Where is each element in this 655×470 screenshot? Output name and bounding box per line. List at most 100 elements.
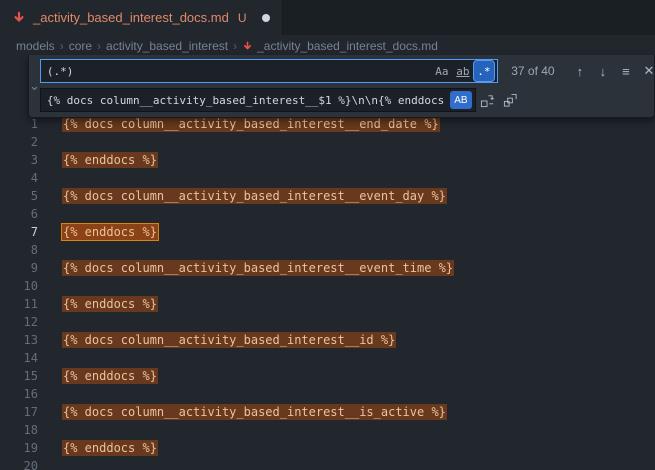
- editor-line[interactable]: 3 {% enddocs %}: [0, 151, 655, 169]
- line-number: 13: [0, 331, 38, 349]
- line-number: 2: [0, 133, 38, 151]
- editor-line[interactable]: 5 {% docs column__activity_based_interest…: [0, 187, 655, 205]
- match-case-button[interactable]: Aa: [432, 61, 452, 81]
- editor-line[interactable]: 9 {% docs column__activity_based_interest…: [0, 259, 655, 277]
- editor-line[interactable]: 20: [0, 457, 655, 470]
- line-number: 7: [0, 223, 38, 241]
- chevron-right-icon: ›: [97, 39, 101, 53]
- editor-line[interactable]: 14: [0, 349, 655, 367]
- editor-line[interactable]: 12: [0, 313, 655, 331]
- tab-bar: _activity_based_interest_docs.md U: [0, 0, 655, 35]
- breadcrumb-item-models[interactable]: models: [16, 39, 55, 53]
- search-match: {% enddocs %}: [62, 224, 158, 240]
- line-number: 8: [0, 241, 38, 259]
- line-number: 17: [0, 403, 38, 421]
- editor-line[interactable]: 10: [0, 277, 655, 295]
- editor-line[interactable]: 7 {% enddocs %}: [0, 223, 655, 241]
- line-content[interactable]: {% docs column__activity_based_interest_…: [62, 331, 396, 349]
- replace-value-text: {% docs column__activity_based_interest_…: [47, 94, 447, 107]
- editor-line[interactable]: 11 {% enddocs %}: [0, 295, 655, 313]
- line-content[interactable]: {% enddocs %}: [62, 223, 158, 241]
- line-content[interactable]: {% enddocs %}: [62, 295, 158, 313]
- selection-lines-icon: ≡: [622, 64, 630, 79]
- modified-dot-icon[interactable]: [262, 14, 270, 22]
- line-number: 12: [0, 313, 38, 331]
- breadcrumb-item-core[interactable]: core: [69, 39, 92, 53]
- editor-line[interactable]: 2: [0, 133, 655, 151]
- replace-button[interactable]: [477, 89, 499, 111]
- find-input[interactable]: (.*) Aa ab .*: [40, 59, 498, 83]
- editor-line[interactable]: 6: [0, 205, 655, 223]
- breadcrumb-file-label: _activity_based_interest_docs.md: [257, 39, 438, 53]
- close-button[interactable]: ✕: [638, 60, 655, 82]
- find-row: (.*) Aa ab .* 37 of 40 ↑ ↓ ≡ ✕: [40, 59, 655, 83]
- search-match: {% docs column__activity_based_interest_…: [62, 404, 447, 420]
- tab-filename: _activity_based_interest_docs.md: [33, 10, 229, 25]
- find-replace-widget: ⌄ (.*) Aa ab .* 37 of 40 ↑ ↓ ≡: [28, 55, 655, 118]
- line-number: 3: [0, 151, 38, 169]
- editor[interactable]: 1{% docs column__activity_based_interest…: [0, 57, 655, 470]
- editor-line[interactable]: 8: [0, 241, 655, 259]
- line-number: 9: [0, 259, 38, 277]
- search-match: {% enddocs %}: [62, 368, 158, 384]
- preserve-case-button[interactable]: AB: [450, 91, 472, 109]
- line-content[interactable]: {% docs column__activity_based_interest_…: [62, 187, 447, 205]
- search-match: {% enddocs %}: [62, 296, 158, 312]
- chevron-down-icon: ⌄: [29, 78, 40, 94]
- line-number: 5: [0, 187, 38, 205]
- line-number: 6: [0, 205, 38, 223]
- editor-line[interactable]: 4: [0, 169, 655, 187]
- line-content[interactable]: {% enddocs %}: [62, 151, 158, 169]
- line-number: 4: [0, 169, 38, 187]
- replace-all-button[interactable]: [500, 89, 522, 111]
- chevron-right-icon: ›: [233, 39, 237, 53]
- breadcrumb-item-activity-based-interest[interactable]: activity_based_interest: [106, 39, 228, 53]
- line-content[interactable]: {% docs column__activity_based_interest_…: [62, 259, 454, 277]
- line-number: 10: [0, 277, 38, 295]
- editor-line[interactable]: 15 {% enddocs %}: [0, 367, 655, 385]
- editor-line[interactable]: 18: [0, 421, 655, 439]
- line-content[interactable]: {% docs column__activity_based_interest_…: [62, 403, 447, 421]
- line-number: 19: [0, 439, 38, 457]
- editor-line[interactable]: 16: [0, 385, 655, 403]
- line-number: 11: [0, 295, 38, 313]
- markdown-file-icon: [12, 11, 26, 25]
- next-match-button[interactable]: ↓: [592, 60, 614, 82]
- search-match: {% enddocs %}: [62, 440, 158, 456]
- search-match: {% enddocs %}: [62, 152, 158, 168]
- line-number: 14: [0, 349, 38, 367]
- line-content[interactable]: {% enddocs %}: [62, 439, 158, 457]
- search-match: {% docs column__activity_based_interest_…: [62, 188, 447, 204]
- breadcrumb: models › core › activity_based_interest …: [0, 35, 655, 57]
- vscode-window: _activity_based_interest_docs.md U model…: [0, 0, 655, 470]
- replace-all-icon: [503, 93, 518, 108]
- arrow-up-icon: ↑: [577, 64, 584, 79]
- replace-row: {% docs column__activity_based_interest_…: [40, 88, 655, 112]
- whole-word-button[interactable]: ab: [453, 61, 473, 81]
- match-count: 37 of 40: [507, 64, 559, 78]
- breadcrumb-item-file[interactable]: _activity_based_interest_docs.md: [242, 39, 438, 53]
- markdown-file-icon: [242, 41, 253, 52]
- line-number: 20: [0, 457, 38, 470]
- editor-line[interactable]: 13 {% docs column__activity_based_interes…: [0, 331, 655, 349]
- replace-icon: [480, 93, 495, 108]
- find-query-text: (.*): [47, 65, 431, 78]
- previous-match-button[interactable]: ↑: [569, 60, 591, 82]
- toggle-replace-button[interactable]: ⌄: [29, 59, 40, 112]
- find-in-selection-button[interactable]: ≡: [615, 60, 637, 82]
- editor-tab[interactable]: _activity_based_interest_docs.md U: [0, 0, 283, 35]
- editor-line[interactable]: 19 {% enddocs %}: [0, 439, 655, 457]
- regex-button[interactable]: .*: [474, 61, 494, 81]
- search-match: {% docs column__activity_based_interest_…: [62, 332, 396, 348]
- line-number: 18: [0, 421, 38, 439]
- replace-input[interactable]: {% docs column__activity_based_interest_…: [40, 88, 476, 112]
- git-status-badge: U: [238, 11, 247, 25]
- search-match: {% docs column__activity_based_interest_…: [62, 260, 454, 276]
- line-content[interactable]: {% enddocs %}: [62, 367, 158, 385]
- chevron-right-icon: ›: [60, 39, 64, 53]
- editor-line[interactable]: 17 {% docs column__activity_based_interes…: [0, 403, 655, 421]
- search-match: {% docs column__activity_based_interest_…: [62, 116, 440, 132]
- line-number: 15: [0, 367, 38, 385]
- arrow-down-icon: ↓: [600, 64, 607, 79]
- close-icon: ✕: [643, 63, 654, 79]
